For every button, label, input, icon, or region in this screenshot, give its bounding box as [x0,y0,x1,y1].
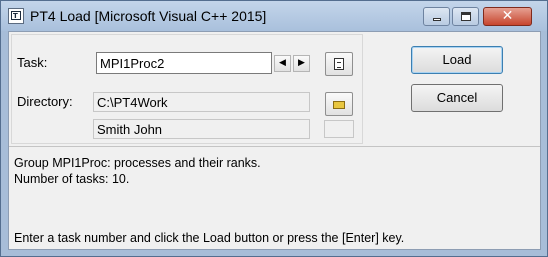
instruction-hint: Enter a task number and click the Load b… [14,231,405,245]
maximize-icon [461,12,471,21]
tasks-count: Number of tasks: 10. [14,172,130,186]
close-icon: ✕ [501,8,514,24]
dialog-client-area: Task: ◀ ▶ Directory: C:\PT4Work Smith Jo… [8,31,541,250]
arrow-right-icon: ▶ [298,58,305,68]
window-title: PT4 Load [Microsoft Visual C++ 2015] [30,8,267,24]
maximize-button[interactable] [452,7,479,26]
close-button[interactable]: ✕ [483,7,532,26]
browse-directory-button[interactable] [325,92,353,116]
load-button[interactable]: Load [411,46,503,74]
folder-icon [333,101,345,109]
directory-label: Directory: [17,94,73,109]
next-task-button[interactable]: ▶ [293,55,310,72]
minimize-button[interactable] [423,7,450,26]
task-label: Task: [17,55,48,70]
directory-field: C:\PT4Work [93,92,310,112]
user-name-field: Smith John [93,119,310,139]
pt4-app-icon: T [8,8,24,24]
arrow-left-icon: ◀ [279,58,286,68]
cancel-button[interactable]: Cancel [411,84,503,112]
task-panel: Task: ◀ ▶ Directory: C:\PT4Work Smith Jo… [11,34,363,144]
copy-task-button[interactable] [325,52,353,76]
task-input[interactable] [96,52,272,74]
task-info-panel: Group MPI1Proc: processes and their rank… [9,146,540,249]
empty-indicator-box [324,120,354,138]
minimize-icon [433,18,441,21]
copy-icon [334,58,344,70]
pt4-load-window: T PT4 Load [Microsoft Visual C++ 2015] ✕… [0,0,548,257]
group-description: Group MPI1Proc: processes and their rank… [14,156,261,170]
title-bar[interactable]: T PT4 Load [Microsoft Visual C++ 2015] ✕ [1,1,547,31]
prev-task-button[interactable]: ◀ [274,55,291,72]
